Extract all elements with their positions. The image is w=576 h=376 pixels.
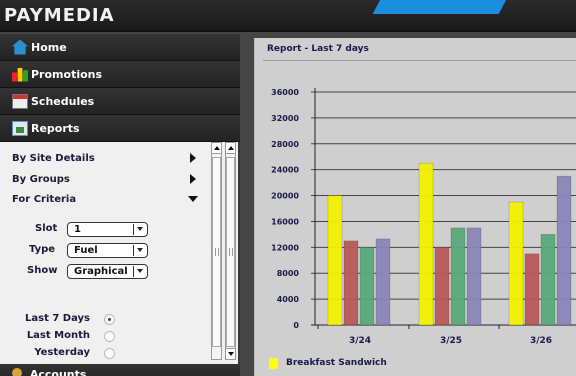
type-select[interactable]: Fuel [67,243,148,258]
x-tick-label: 3/25 [440,336,462,346]
bar [327,195,343,326]
type-value: Fuel [74,245,98,256]
nav-home-label: Home [31,40,67,54]
scroll-thumb[interactable] [212,157,221,347]
scroll-up-icon[interactable] [226,143,235,154]
report-panel: Report - Last 7 days 0 4000 8000 12000 16000… [254,38,576,376]
range-last-7-days-label: Last 7 Days [25,313,90,324]
logo: PAYMEDIA [4,5,115,26]
slot-value: 1 [74,224,81,235]
chevron-down-icon [137,248,143,252]
chevron-down-icon [137,269,143,273]
bar [540,234,556,326]
nav-reports-label: Reports [31,121,80,135]
show-value: Graphical [74,266,128,277]
panel-scrollbar[interactable] [225,142,236,360]
home-icon [12,39,28,55]
y-tick-label: 24000 [271,166,299,175]
y-tick-label: 12000 [271,243,299,252]
nav-accounts-label: Accounts [29,368,87,376]
scroll-down-icon[interactable] [226,348,235,359]
y-tick-label: 36000 [271,88,299,97]
select-separator [133,266,134,277]
top-bar: PAYMEDIA [0,0,576,32]
x-tick-label: 3/24 [349,336,371,346]
for-criteria[interactable]: For Criteria [12,194,76,205]
y-tick-label: 28000 [271,140,299,149]
grip-icon [215,248,219,256]
y-tick-label: 20000 [271,192,299,201]
bar-chart-icon [12,68,28,82]
bar [418,162,434,326]
bar [450,227,466,326]
range-yesterday-label: Yesterday [34,347,90,358]
select-separator [133,245,134,256]
bar [524,253,540,326]
criteria-panel: By Site Details By Groups For Criteria S… [0,142,238,364]
by-groups[interactable]: By Groups [12,174,70,185]
nav-reports[interactable]: Reports [0,115,240,142]
expand-right-icon[interactable] [190,153,196,163]
range-last-7-days-radio[interactable] [104,314,115,325]
y-tick-label: 32000 [271,114,299,123]
range-last-month-radio[interactable] [104,331,115,342]
collapse-down-icon[interactable] [188,196,198,202]
show-select[interactable]: Graphical [67,264,148,279]
report-icon [12,120,28,136]
bar [434,247,450,326]
accounts-icon [12,368,22,376]
legend-label: Breakfast Sandwich [286,358,387,368]
select-separator [133,224,134,235]
bar [556,175,572,326]
y-tick-label: 4000 [277,295,300,304]
nav-schedules-label: Schedules [31,94,95,108]
expand-right-icon[interactable] [190,174,196,184]
calendar-icon [12,93,28,109]
x-tick-label: 3/26 [530,336,552,346]
nav-promotions[interactable]: Promotions [0,61,240,88]
range-yesterday-radio[interactable] [104,348,115,359]
nav-promotions-label: Promotions [31,67,103,81]
nav-accounts[interactable]: Accounts [0,364,240,376]
report-chart: 0 4000 8000 12000 16000 20000 24000 28000 32000 3… [271,88,576,346]
nav-home[interactable]: Home [0,34,240,61]
criteria-scrollbar[interactable] [211,142,222,360]
range-last-month-label: Last Month [26,330,90,341]
y-tick-label: 16000 [271,217,299,226]
brand-accent [372,0,510,14]
y-tick-label: 8000 [277,269,300,278]
chevron-down-icon [137,227,143,231]
bar [375,238,391,326]
show-label: Show [27,265,58,276]
type-label: Type [29,244,56,255]
scroll-up-icon[interactable] [212,143,221,154]
app-window: PAYMEDIA Home Promotions Schedules Repor… [0,0,576,376]
scroll-thumb[interactable] [226,157,235,347]
by-site-details[interactable]: By Site Details [12,153,95,164]
y-tick-label: 0 [293,321,299,330]
slot-select[interactable]: 1 [67,222,148,237]
legend-swatch [269,358,278,369]
nav-schedules[interactable]: Schedules [0,88,240,115]
slot-label: Slot [35,223,58,234]
bar [343,240,359,326]
bar [466,227,482,326]
bar [508,201,524,326]
bar [359,247,375,326]
grip-icon [229,248,233,256]
